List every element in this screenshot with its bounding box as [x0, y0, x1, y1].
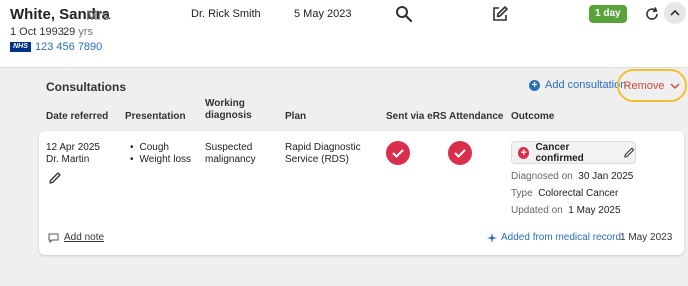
chevron-down-icon: [670, 83, 680, 89]
plus-icon: +: [529, 79, 540, 91]
add-note-button[interactable]: Add note: [48, 232, 104, 243]
working-diagnosis: Suspected malignancy: [205, 142, 256, 165]
presentation-item: Cough: [130, 142, 191, 154]
diagnosed-on: Diagnosed on 30 Jan 2025: [511, 171, 634, 182]
added-date: 1 May 2023: [620, 232, 673, 243]
updated-on: Updated on 1 May 2025: [511, 205, 621, 216]
col-plan: Plan: [285, 111, 307, 122]
outcome-label: Cancer confirmed: [535, 141, 584, 164]
nhs-logo: NHS: [10, 42, 31, 52]
patient-title: Mrs: [86, 7, 110, 23]
collapse-button[interactable]: [664, 2, 686, 24]
date-referred: 12 Apr 2025: [46, 142, 100, 153]
section-title: Consultations: [46, 80, 126, 94]
nhs-number[interactable]: 123 456 7890: [35, 41, 102, 53]
sparkle-icon: [487, 232, 497, 243]
patient-dob: 1 Oct 1993: [10, 26, 64, 38]
refresh-icon[interactable]: [643, 5, 661, 23]
col-working-diagnosis: Working diagnosis: [205, 98, 252, 121]
referring-doctor: Dr. Martin: [46, 154, 90, 165]
presentation-item: Weight loss: [130, 154, 192, 166]
edit-pencil-icon[interactable]: [48, 171, 62, 190]
col-sent-via-ers: Sent via eRS: [386, 111, 447, 122]
col-date-referred: Date referred: [46, 111, 109, 122]
days-badge: 1 day: [589, 5, 627, 23]
comment-icon: [48, 233, 59, 243]
plus-icon: +: [518, 146, 530, 159]
patient-age: 29 yrs: [63, 26, 93, 38]
col-attendance: Attendance: [449, 111, 504, 122]
outcome-button[interactable]: + Cancer confirmed: [511, 141, 636, 164]
edit-pencil-icon: [623, 147, 634, 158]
presentation-list: Cough Weight loss: [130, 142, 192, 166]
patient-header: White, Sandra Mrs 1 Oct 1993 29 yrs NHS …: [0, 0, 688, 68]
col-outcome: Outcome: [511, 111, 555, 122]
search-icon[interactable]: [395, 5, 413, 28]
ers-sent-check-icon: [386, 141, 410, 165]
remove-button[interactable]: Remove: [617, 69, 687, 102]
plan-value: Rapid Diagnostic Service (RDS): [285, 142, 361, 165]
attendance-check-icon: [448, 141, 472, 165]
chevron-up-icon: [670, 9, 680, 16]
cancer-type: Type Colorectal Cancer: [511, 188, 619, 199]
gp-name: Dr. Rick Smith: [191, 8, 261, 20]
added-from-record: Added from medical record: [487, 232, 621, 243]
header-date: 5 May 2023: [294, 8, 352, 20]
col-presentation: Presentation: [125, 111, 186, 122]
edit-icon[interactable]: [491, 5, 509, 28]
add-consultation-button[interactable]: + Add consultation: [529, 79, 626, 91]
